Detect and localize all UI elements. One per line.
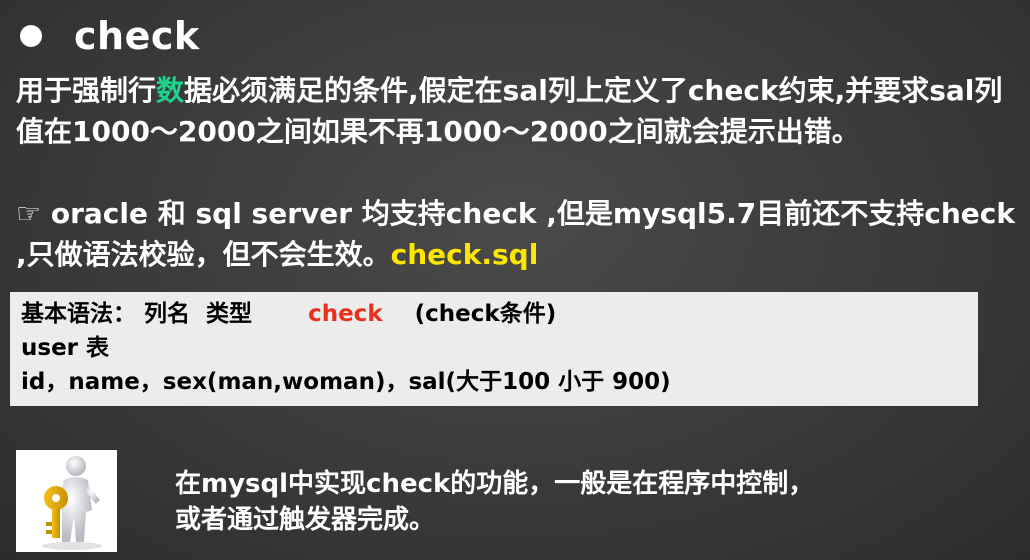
highlighted-char: 数 bbox=[156, 74, 185, 107]
slide: check 用于强制行数据必须满足的条件,假定在sal列上定义了check约束,… bbox=[0, 0, 1030, 560]
syntax-row: 基本语法： 列名 类型 check (check条件) bbox=[21, 297, 978, 331]
columns-row: id，name，sex(man,woman)，sal(大于100 小于 900) bbox=[21, 369, 671, 395]
syntax-label: 基本语法： 列名 类型 bbox=[21, 301, 309, 327]
check-keyword: check bbox=[308, 301, 383, 327]
implementation-note: 在mysql中实现check的功能，一般是在程序中控制， 或者通过触发器完成。 bbox=[175, 466, 814, 538]
table-name-row: user 表 bbox=[21, 335, 110, 361]
syntax-box: 基本语法： 列名 类型 check (check条件) user 表 id，na… bbox=[10, 292, 978, 406]
description-paragraph: 用于强制行数据必须满足的条件,假定在sal列上定义了check约束,并要求sal… bbox=[16, 70, 1020, 152]
slide-title: check bbox=[74, 14, 200, 58]
note-line: 或者通过触发器完成。 bbox=[175, 505, 436, 535]
note-line: 在mysql中实现check的功能，一般是在程序中控制， bbox=[175, 469, 815, 499]
heading: check bbox=[18, 14, 200, 58]
description-text-start: 用于强制行 bbox=[16, 74, 157, 107]
bullet-dot-icon bbox=[20, 25, 42, 47]
syntax-condition: (check条件) bbox=[382, 301, 557, 327]
key-person-icon bbox=[42, 456, 102, 550]
file-reference: check.sql bbox=[390, 238, 539, 271]
support-note-paragraph: ☞ oracle 和 sql server 均支持check ,但是mysql5… bbox=[16, 193, 1020, 275]
pointing-hand-icon: ☞ bbox=[16, 197, 42, 230]
key-person-image bbox=[16, 450, 117, 552]
